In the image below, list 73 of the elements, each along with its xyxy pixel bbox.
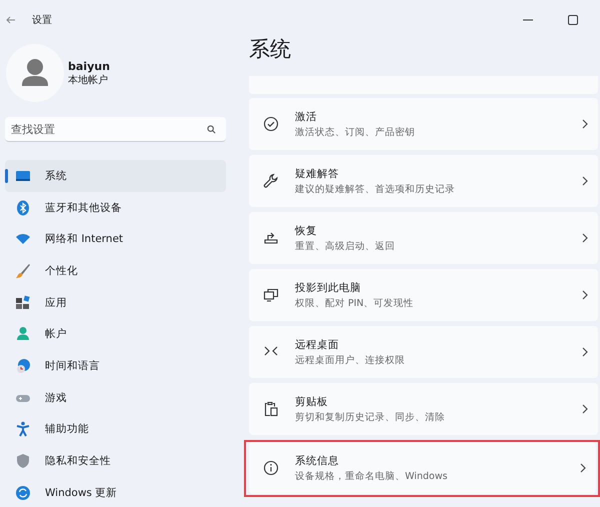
nav-item[interactable]: 时间和语言 [5,350,226,382]
card-subtitle: 剪切和复制历史记录、同步、清除 [295,410,446,424]
card-subtitle: 激活状态、订阅、产品密钥 [295,126,416,138]
check-circle-icon [263,116,279,132]
card-title: 剪贴板 [295,394,329,408]
shield-icon [15,453,31,470]
nav-label: 个性化 [45,264,78,278]
user-name: baiyun [68,60,110,72]
card-title: 远程桌面 [295,338,340,352]
settings-card[interactable]: 恢复 重置、高级启动、返回 [249,212,598,264]
nav-item[interactable]: 蓝牙和其他设备 [5,192,226,224]
nav-item[interactable]: 辅助功能 [5,414,226,446]
nav-item[interactable]: 系统 [5,160,226,192]
card-title: 系统信息 [295,454,340,468]
nav-label: 应用 [45,296,67,310]
maximize-icon[interactable] [568,15,578,25]
card-subtitle: 远程桌面用户、连接权限 [295,354,406,366]
account-type: 本地帐户 [68,74,109,86]
card-subtitle: 建议的疑难解答、首选项和历史记录 [295,182,456,196]
avatar-icon [6,44,64,102]
screens-icon [263,287,279,303]
settings-card[interactable]: 远程桌面 远程桌面用户、连接权限 [249,326,598,378]
nav-item[interactable]: 隐私和安全性 [5,445,226,477]
nav-label: 蓝牙和其他设备 [45,200,122,215]
nav-label: 时间和语言 [45,358,100,373]
search-field[interactable]: 查找设置 [5,117,226,142]
chevron-icon [582,404,588,414]
chevron-icon [582,290,588,300]
card-title: 投影到此电脑 [295,280,362,294]
window-title: 设置 [32,14,52,27]
card-subtitle: 权限、配对 PIN、可发现性 [295,296,415,310]
back-icon[interactable] [6,16,16,24]
card-subtitle: 设备规格，重命名电脑、Windows [295,470,448,482]
search-icon [207,125,216,134]
card-title: 恢复 [295,224,318,238]
chevron-icon [580,463,586,473]
page-title: 系统 [249,36,292,63]
settings-card[interactable]: 投影到此电脑 权限、配对 PIN、可发现性 [249,269,598,321]
nav-label: 系统 [45,168,67,183]
wrench-icon [263,173,279,189]
person-icon [15,326,31,342]
nav-label: 网络和 Internet [45,232,124,246]
settings-card[interactable]: 系统信息 设备规格，重命名电脑、Windows [249,442,596,494]
settings-card[interactable]: 激活 激活状态、订阅、产品密钥 [249,98,598,150]
card-title: 激活 [295,110,318,124]
chevron-icon [582,176,588,186]
nav-label: 辅助功能 [45,422,89,436]
nav-item[interactable]: Windows 更新 [5,476,226,507]
clipboard-icon [263,401,279,417]
card-subtitle: 重置、高级启动、返回 [295,240,396,252]
settings-card[interactable]: 剪贴板 剪切和复制历史记录、同步、清除 [249,383,598,435]
apps-icon [15,294,31,311]
nav-label: 帐户 [45,327,67,342]
nav-item[interactable]: 网络和 Internet [5,223,226,256]
accessibility-icon [15,421,31,438]
chevron-icon [582,347,588,357]
card-title: 疑难解答 [295,166,340,180]
chevron-icon [582,233,588,243]
nav-item[interactable]: 个性化 [5,255,226,287]
nav-label: 游戏 [45,390,67,405]
recovery-icon [263,230,279,246]
brush-icon [15,262,31,279]
nav-label: Windows 更新 [45,486,118,500]
nav-item[interactable]: 帐户 [5,318,226,350]
globe-clock-icon [15,358,31,374]
info-icon [263,460,279,476]
bluetooth-icon [15,200,31,216]
nav-item[interactable]: 游戏 [5,382,226,414]
nav-label: 隐私和安全性 [45,454,111,468]
settings-card[interactable]: 疑难解答 建议的疑难解答、首选项和历史记录 [249,155,598,207]
nav-item[interactable]: 应用 [5,286,226,318]
chevron-icon [582,119,588,129]
sync-icon [15,484,31,501]
